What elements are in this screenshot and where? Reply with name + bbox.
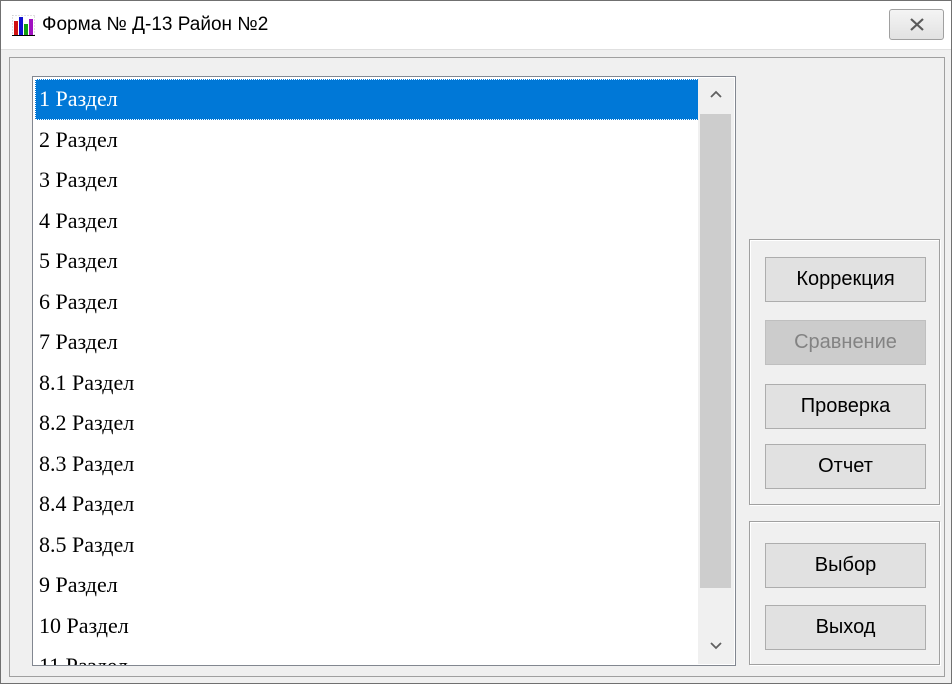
list-item[interactable]: 6 Раздел xyxy=(35,282,699,323)
sections-listbox[interactable]: 1 Раздел 2 Раздел 3 Раздел 4 Раздел 5 Ра… xyxy=(32,76,736,666)
dialog-window: Форма № Д-13 Район №2 1 Раздел 2 Раздел … xyxy=(0,0,952,684)
compare-button[interactable]: Сравнение xyxy=(765,320,926,365)
close-icon xyxy=(910,18,924,31)
check-button[interactable]: Проверка xyxy=(765,384,926,429)
scroll-up-button[interactable] xyxy=(698,78,734,112)
chevron-down-icon xyxy=(710,642,722,650)
list-item[interactable]: 11 Раздел xyxy=(35,646,699,665)
list-item[interactable]: 10 Раздел xyxy=(35,606,699,647)
title-bar[interactable]: Форма № Д-13 Район №2 xyxy=(1,1,951,50)
list-item[interactable]: 8.3 Раздел xyxy=(35,444,699,485)
vertical-scrollbar[interactable] xyxy=(698,78,734,664)
bar-chart-app-icon xyxy=(12,15,35,36)
list-item[interactable]: 9 Раздел xyxy=(35,565,699,606)
list-item[interactable]: 5 Раздел xyxy=(35,241,699,282)
report-button[interactable]: Отчет xyxy=(765,444,926,489)
list-item[interactable]: 8.1 Раздел xyxy=(35,363,699,404)
exit-button[interactable]: Выход xyxy=(765,605,926,650)
scroll-down-button[interactable] xyxy=(698,630,734,664)
sections-list: 1 Раздел 2 Раздел 3 Раздел 4 Раздел 5 Ра… xyxy=(35,79,699,665)
list-item[interactable]: 2 Раздел xyxy=(35,120,699,161)
scrollbar-thumb[interactable] xyxy=(700,114,731,588)
chevron-up-icon xyxy=(710,90,722,98)
list-item[interactable]: 8.2 Раздел xyxy=(35,403,699,444)
select-button[interactable]: Выбор xyxy=(765,543,926,588)
list-item[interactable]: 1 Раздел xyxy=(35,79,699,120)
correction-button[interactable]: Коррекция xyxy=(765,257,926,302)
list-item[interactable]: 8.5 Раздел xyxy=(35,525,699,566)
list-item[interactable]: 8.4 Раздел xyxy=(35,484,699,525)
list-item[interactable]: 3 Раздел xyxy=(35,160,699,201)
list-item[interactable]: 7 Раздел xyxy=(35,322,699,363)
window-title: Форма № Д-13 Район №2 xyxy=(42,14,269,35)
close-button[interactable] xyxy=(889,9,944,40)
list-item[interactable]: 4 Раздел xyxy=(35,201,699,242)
